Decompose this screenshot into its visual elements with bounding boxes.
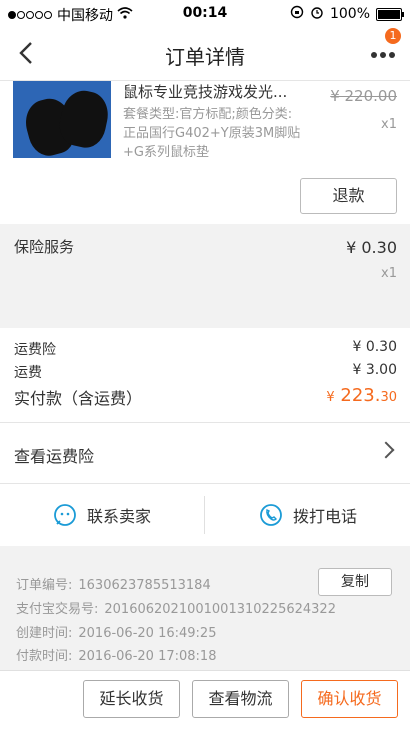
paid-time-row: 付款时间: 2016-06-20 17:08:18	[16, 645, 216, 664]
copy-button[interactable]: 复制	[318, 568, 392, 596]
insurance-service: 保险服务 ¥ 0.30 x1	[0, 226, 410, 322]
chevron-right-icon	[377, 441, 395, 459]
paid-time: 2016-06-20 17:08:18	[78, 649, 217, 664]
insurance-quantity: x1	[381, 266, 397, 281]
page-title: 订单详情	[165, 45, 245, 69]
alipay-number: 2016062021001001310225624322	[104, 602, 336, 617]
view-shipping-insurance-label: 查看运费险	[14, 447, 95, 466]
total-integer: 223.	[340, 385, 381, 406]
call-button[interactable]: 拨打电话	[206, 484, 410, 546]
battery-icon	[376, 7, 404, 21]
phone-icon	[260, 504, 282, 526]
shipping-insurance-row: 运费险 ¥ 0.30	[14, 339, 397, 359]
rotation-lock-icon	[290, 5, 304, 23]
contact-seller-label: 联系卖家	[86, 507, 151, 526]
fee-summary: 运费险 ¥ 0.30 运费 ¥ 3.00 实付款（含运费） ¥ 223.30	[0, 328, 410, 423]
insurance-price: ¥ 0.30	[346, 238, 397, 257]
total-currency: ¥	[326, 390, 335, 405]
nav-bar: 订单详情 1	[0, 28, 410, 81]
view-logistics-button[interactable]: 查看物流	[192, 680, 289, 718]
alipay-row: 支付宝交易号: 2016062021001001310225624322	[16, 598, 336, 617]
total-decimal: 30	[380, 390, 397, 405]
order-info: 订单编号: 1630623785513184 复制 支付宝交易号: 20160620…	[0, 556, 410, 664]
refund-button[interactable]: 退款	[300, 178, 397, 214]
product-title[interactable]: 鼠标专业竞技游戏发光...	[123, 81, 308, 102]
goods-item[interactable]: 鼠标专业竞技游戏发光... 套餐类型:官方标配;颜色分类:正品国行G402+Y原…	[0, 81, 410, 224]
created-time-row: 创建时间: 2016-06-20 16:49:25	[16, 622, 216, 641]
order-number: 1630623785513184	[78, 578, 211, 593]
product-thumbnail[interactable]	[13, 81, 111, 158]
alarm-icon	[310, 5, 324, 23]
shipping-label: 运费	[14, 365, 42, 381]
product-quantity: x1	[381, 117, 397, 132]
shipping-insurance-label: 运费险	[14, 342, 56, 358]
view-shipping-insurance[interactable]: 查看运费险	[0, 423, 410, 484]
status-bar: 中国移动 00:14 100%	[0, 0, 410, 28]
contact-seller-button[interactable]: 联系卖家	[0, 484, 204, 546]
created-time-label: 创建时间:	[16, 626, 73, 641]
total-value: ¥ 223.30	[326, 385, 397, 406]
divider	[204, 496, 205, 534]
shipping-insurance-value: ¥ 0.30	[352, 339, 397, 355]
status-right: 100%	[290, 5, 404, 23]
product-original-price: ¥ 220.00	[330, 87, 397, 105]
product-spec: 套餐类型:官方标配;颜色分类:正品国行G402+Y原装3M脚贴+G系列鼠标垫	[123, 107, 301, 160]
insurance-label: 保险服务	[14, 238, 75, 256]
shipping-value: ¥ 3.00	[352, 362, 397, 378]
order-number-label: 订单编号:	[16, 578, 73, 593]
extend-receipt-button[interactable]: 延长收货	[83, 680, 180, 718]
total-label: 实付款（含运费）	[14, 389, 143, 408]
battery-percent: 100%	[329, 6, 370, 22]
more-icon	[371, 52, 395, 58]
chat-bubble-icon	[54, 504, 76, 526]
contact-bar: 联系卖家 拨打电话	[0, 484, 410, 546]
confirm-receipt-button[interactable]: 确认收货	[301, 680, 398, 718]
paid-time-label: 付款时间:	[16, 649, 73, 664]
order-number-row: 订单编号: 1630623785513184	[16, 574, 211, 593]
created-time: 2016-06-20 16:49:25	[78, 626, 217, 641]
total-row: 实付款（含运费） ¥ 223.30	[14, 385, 397, 409]
notification-badge: 1	[385, 28, 401, 44]
alipay-label: 支付宝交易号:	[16, 602, 99, 617]
bottom-action-bar: 延长收货 查看物流 确认收货	[0, 670, 410, 729]
call-label: 拨打电话	[292, 507, 357, 526]
shipping-row: 运费 ¥ 3.00	[14, 362, 397, 382]
